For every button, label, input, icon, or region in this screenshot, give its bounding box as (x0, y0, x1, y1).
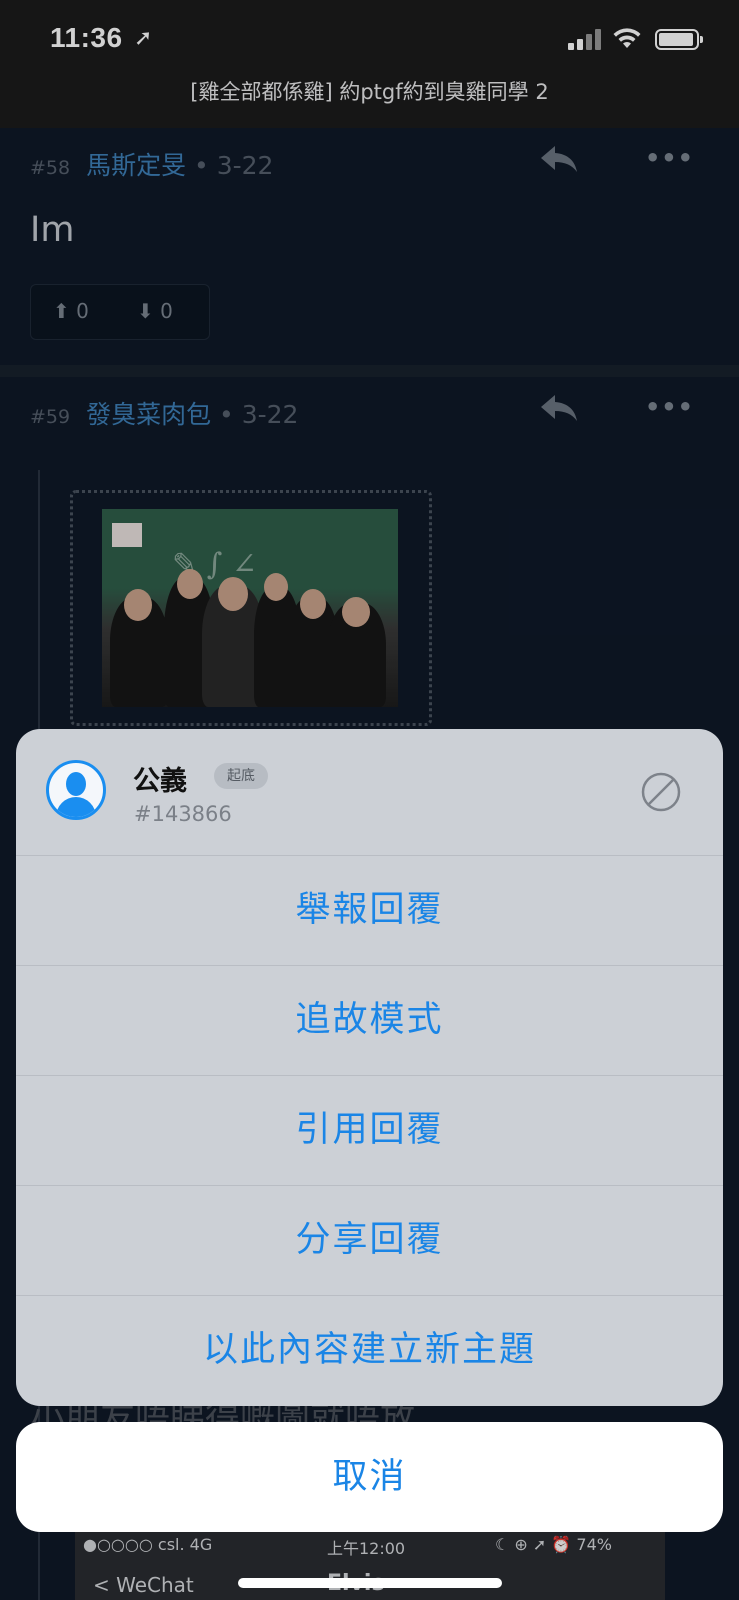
user-name: 公義 (133, 766, 187, 797)
home-indicator[interactable] (238, 1578, 502, 1588)
cancel-button[interactable]: 取消 (16, 1422, 723, 1532)
avatar[interactable] (46, 760, 106, 820)
user-id: #143866 (134, 802, 232, 826)
avatar-body-shape (56, 797, 96, 817)
share-reply-button[interactable]: 分享回覆 (16, 1185, 723, 1295)
action-sheet-header: 公義 起底 #143866 (16, 729, 723, 855)
user-badge: 起底 (214, 763, 268, 789)
report-reply-button[interactable]: 舉報回覆 (16, 855, 723, 965)
follow-story-mode-button[interactable]: 追故模式 (16, 965, 723, 1075)
block-user-icon[interactable] (640, 771, 682, 813)
avatar-head-shape (66, 772, 86, 796)
quote-reply-button[interactable]: 引用回覆 (16, 1075, 723, 1185)
action-sheet: 公義 起底 #143866 舉報回覆 追故模式 引用回覆 分享回覆 以此內容建立… (16, 729, 723, 1406)
create-new-topic-button[interactable]: 以此內容建立新主題 (16, 1295, 723, 1405)
